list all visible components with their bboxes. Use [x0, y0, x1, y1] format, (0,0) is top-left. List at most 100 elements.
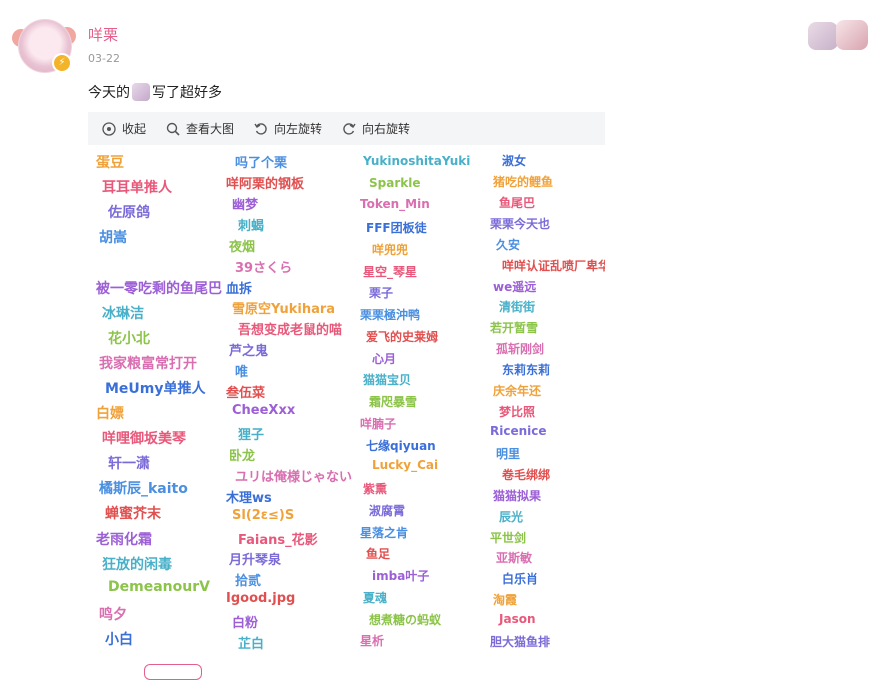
signature-text: 若开暂雪: [490, 321, 539, 336]
signature-collage-image[interactable]: 蛋豆 耳耳单推人 佐原鸽 胡嵩 被一零吃剩的鱼尾巴 冰琳洁 花小北 我家粮富常打开 MeUmy单…: [88, 146, 605, 660]
signature-text: Igood.jpg: [226, 591, 296, 607]
sticker-image: [836, 20, 868, 50]
signature-text: 芷白: [238, 637, 265, 653]
signature-text: 星析: [360, 634, 385, 649]
signature-text: imba叶子: [372, 569, 430, 584]
signature-text: 唯: [235, 365, 249, 381]
collapse-label: 收起: [122, 122, 147, 136]
signature-text: 辰光: [499, 509, 524, 524]
signature-text: 明里: [496, 446, 521, 461]
signature-text: 雪原空Yukihara: [232, 302, 336, 318]
rotate-right-button[interactable]: 向右旋转: [342, 120, 410, 137]
signature-text: 猫猫拟果: [493, 488, 542, 503]
signature-text: 星落之肯: [360, 525, 409, 540]
avatar[interactable]: ⚡: [12, 15, 76, 75]
signature-text: Sparkle: [369, 175, 421, 190]
view-large-button[interactable]: 查看大图: [166, 120, 234, 137]
signature-text: 梦比照: [499, 405, 536, 419]
post-text: 今天的 写了超好多: [88, 82, 222, 102]
signature-text: 狂放的闲毒: [102, 556, 172, 573]
signature-text: 猪吃的鲤鱼: [493, 174, 554, 189]
signature-text: Sl(2ε≤)S: [232, 507, 295, 523]
signature-text: YukinoshitaYuki: [363, 154, 471, 168]
signature-text: 木理ws: [226, 490, 272, 506]
signature-text: 七缘qiyuan: [366, 438, 436, 453]
signature-text: 被一零吃剩的鱼尾巴: [96, 280, 222, 297]
signature-text: 卷毛绑绑: [502, 467, 551, 482]
view-large-label: 查看大图: [186, 122, 235, 136]
signature-text: 淘霞: [493, 593, 518, 608]
collapse-icon: [102, 121, 116, 136]
signature-text: 花小北: [108, 330, 150, 347]
signature-text: 月升琴泉: [229, 553, 282, 569]
signature-text: 清街街: [499, 300, 536, 315]
tag-badge: [144, 664, 202, 680]
signature-text: 小白: [105, 631, 133, 648]
signature-text: 胆大猫鱼排: [490, 635, 551, 650]
signature-text: 紫熏: [363, 482, 388, 497]
emoji-icon: [132, 83, 150, 101]
signature-text: 鸣夕: [99, 606, 127, 623]
post-footer: [88, 664, 202, 680]
signature-text: 白嫖: [96, 406, 124, 422]
signature-text: 孤斩刚剑: [496, 342, 545, 357]
signature-text: 胡嵩: [99, 230, 127, 247]
signature-text: 猫猫宝贝: [363, 373, 412, 388]
signature-text: we遥远: [493, 279, 537, 294]
signature-text: 吗了个栗: [235, 156, 288, 171]
signature-text: ユリは俺様じゃない: [235, 469, 353, 485]
signature-text: DemeanourV: [108, 578, 210, 595]
signature-text: 咩哩御坂美琴: [102, 431, 186, 448]
search-icon: [166, 122, 180, 136]
signature-text: 幽梦: [232, 197, 259, 213]
avatar-decoration-stickers: [808, 20, 868, 52]
signature-text: 血拆: [226, 281, 253, 297]
signature-text: 鱼尾巴: [499, 195, 536, 210]
signature-text: MeUmy单推人: [105, 380, 206, 397]
signature-text: 庆余年还: [493, 384, 542, 399]
signature-text: Token_Min: [360, 197, 430, 212]
signature-text: 夜烟: [229, 239, 256, 255]
signature-text: Lucky_Cai: [372, 458, 439, 473]
signature-text: 卧龙: [229, 448, 256, 464]
signature-text: 我家粮富常打开: [99, 355, 197, 372]
post-date: 03-22: [88, 52, 120, 65]
post-username[interactable]: 咩栗: [88, 24, 118, 45]
signature-text: 亚斯敏: [496, 551, 533, 566]
rotate-right-icon: [343, 122, 356, 135]
signature-text: FFF团板徒: [366, 221, 427, 236]
signature-text: 爱飞的史莱姆: [366, 329, 439, 344]
signature-text: 拾贰: [235, 574, 262, 590]
signature-text: 淑腐霄: [369, 503, 406, 518]
signature-text: 橘斯辰_kaito: [99, 481, 188, 498]
signature-text: 夏魂: [363, 590, 388, 605]
rotate-right-label: 向右旋转: [362, 122, 411, 136]
rotate-left-button[interactable]: 向左旋转: [254, 120, 322, 137]
signature-text: 佐原鸽: [108, 205, 150, 222]
post-text-before: 今天的: [88, 85, 130, 101]
signature-text: 芦之鬼: [229, 344, 269, 360]
signature-text: 栗栗今天也: [490, 216, 551, 231]
signature-text: 吾想变成老鼠的喵: [238, 323, 343, 339]
signature-text: Ricenice: [490, 423, 547, 438]
signature-text: 老雨化霜: [96, 531, 152, 548]
signature-text: 淑女: [502, 154, 527, 168]
signature-text: 39さくら: [235, 260, 293, 276]
signature-text: 想煮糖の蚂蚁: [369, 612, 442, 627]
signature-text: 轩一潇: [108, 456, 150, 473]
signature-text: 蝉蜜芥末: [105, 506, 161, 523]
signature-text: 蛋豆: [96, 155, 124, 171]
verified-badge-icon: ⚡: [52, 53, 72, 73]
signature-text: 刺蝎: [238, 218, 265, 234]
signature-text: 星空_琴星: [363, 264, 418, 279]
signature-text: 耳耳单推人: [102, 180, 172, 197]
signature-text: Faians_花影: [238, 532, 318, 548]
collapse-button[interactable]: 收起: [102, 120, 146, 137]
rotate-left-label: 向左旋转: [274, 122, 323, 136]
signature-text: Jason: [499, 612, 536, 627]
signature-text: 栗子: [369, 286, 394, 301]
signature-text: 栗栗極沖鸭: [360, 308, 421, 323]
signature-text: 咩腩子: [360, 416, 397, 431]
signature-text: 叁伍菜: [226, 386, 266, 402]
signature-text: 白乐肖: [502, 572, 539, 587]
